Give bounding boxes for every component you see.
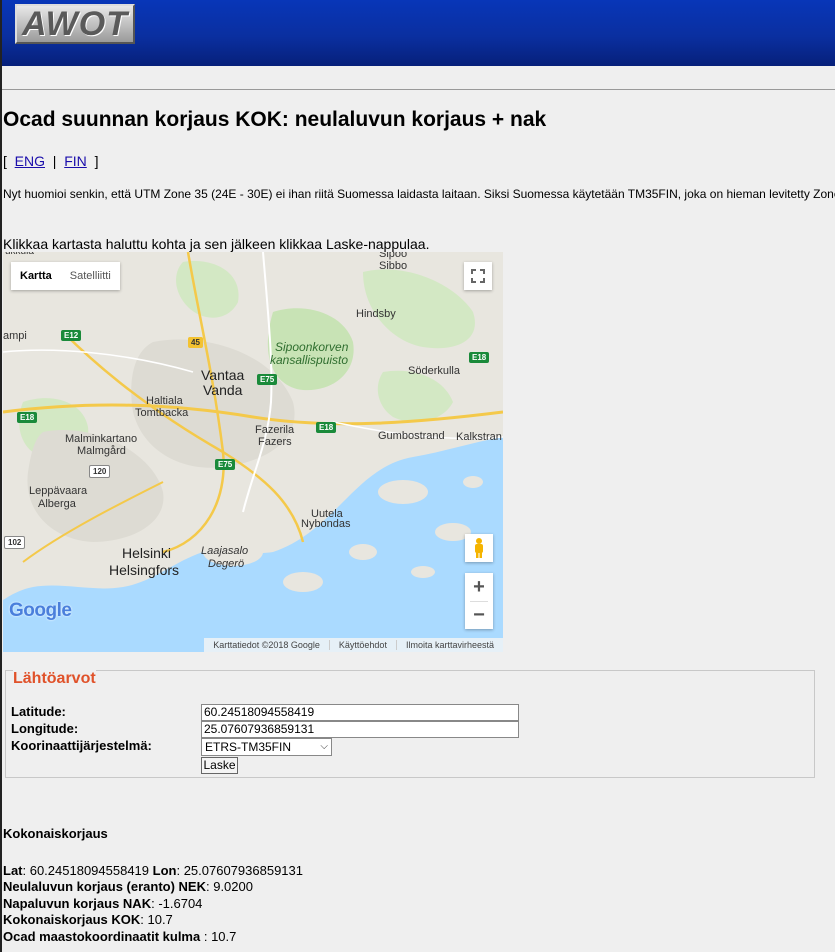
road-120: 120: [89, 465, 111, 478]
map-label-helsingfors: Helsingfors: [109, 562, 180, 578]
result-nak: Napaluvun korjaus NAK: -1.6704: [3, 896, 202, 911]
header-divider: [2, 89, 835, 90]
result-nak-value: : -1.6704: [151, 896, 203, 911]
result-lon-value: : 25.07607936859131: [176, 863, 303, 878]
crs-selected-value: ETRS-TM35FIN: [205, 740, 292, 754]
road-e12: E12: [61, 330, 82, 341]
zoom-in-button[interactable]: +: [465, 573, 493, 601]
longitude-input[interactable]: 25.07607936859131: [201, 721, 519, 738]
map-label-hindsby: Hindsby: [356, 308, 396, 320]
map-type-kartta-button[interactable]: Kartta: [11, 262, 61, 290]
lang-eng-link[interactable]: ENG: [15, 153, 45, 169]
map-label-alberga: Alberga: [38, 498, 76, 510]
results-heading: Kokonaiskorjaus: [3, 826, 108, 841]
map-label-fazers: Fazers: [258, 436, 292, 448]
street-view-pegman[interactable]: [465, 534, 493, 562]
map-label-leppavaara: Leppävaara: [29, 485, 88, 497]
language-switcher: [ ENG | FIN ]: [3, 153, 98, 169]
road-e75-north: E75: [257, 374, 278, 385]
road-e18-east: E18: [469, 352, 490, 363]
road-102: 102: [4, 536, 26, 549]
latitude-input[interactable]: 60.24518094558419: [201, 704, 519, 721]
road-e75-south: E75: [215, 459, 236, 470]
site-header: AWOT: [2, 0, 835, 66]
lang-fin-link[interactable]: FIN: [64, 153, 87, 169]
bracket-open: [: [3, 153, 7, 169]
map-label-nybondas: Nybondas: [301, 518, 351, 530]
road-45: 45: [188, 337, 203, 348]
result-nek-value: : 9.0200: [205, 879, 253, 894]
map-label-gumbostrand: Gumbostrand: [378, 430, 445, 442]
result-nak-label: Napaluvun korjaus NAK: [3, 896, 152, 911]
map-label-malmgard: Malmgård: [77, 445, 126, 457]
road-e18-west: E18: [17, 412, 38, 423]
pegman-icon: [475, 538, 483, 558]
result-lon-label: Lon: [152, 863, 177, 878]
fullscreen-button[interactable]: [464, 262, 492, 290]
crs-label: Koorinaattijärjestelmä:: [11, 738, 152, 753]
utm-note: Nyt huomioi senkin, että UTM Zone 35 (24…: [3, 187, 835, 201]
result-nek-label: Neulaluvun korjaus (eranto) NEK: [3, 879, 206, 894]
map-label-degero: Degerö: [208, 558, 245, 570]
result-lat-label: Lat: [3, 863, 23, 878]
map-label-kalkstrand: Kalkstran: [456, 431, 502, 443]
map-instruction: Klikkaa kartasta haluttu kohta ja sen jä…: [3, 236, 430, 252]
result-lat-value: : 60.24518094558419: [22, 863, 150, 878]
map-label-laajasalo: Laajasalo: [201, 545, 249, 557]
chevron-down-icon: ⌵: [320, 741, 328, 752]
map-type-satellite-button[interactable]: Satelliitti: [61, 262, 120, 290]
map-label-tomtbacka: Tomtbacka: [135, 407, 189, 419]
map-label-haltiala: Haltiala: [146, 395, 183, 407]
left-border: [0, 0, 2, 952]
result-ocad: Ocad maastokoordinaatit kulma : 10.7: [3, 929, 236, 944]
report-error-link[interactable]: Ilmoita karttavirheestä: [395, 640, 503, 650]
fieldset-legend: Lähtöarvot: [13, 670, 96, 688]
map-label-sibbo: Sibbo: [379, 260, 408, 272]
crs-select[interactable]: ETRS-TM35FIN ⌵: [201, 738, 332, 756]
result-kok-label: Kokonaiskorjaus KOK: [3, 912, 141, 927]
fullscreen-icon: [471, 269, 485, 283]
terms-link[interactable]: Käyttöehdot: [328, 640, 396, 650]
page-title: Ocad suunnan korjaus KOK: neulaluvun kor…: [3, 108, 547, 131]
result-kok-value: : 10.7: [140, 912, 173, 927]
map-label-vanda: Vanda: [203, 382, 243, 398]
result-lat-lon: Lat: 60.24518094558419 Lon: 25.076079368…: [3, 863, 303, 878]
google-map[interactable]: Sipoo Sibbo ukkula Hindsby Sipoonkorven …: [3, 252, 503, 652]
latitude-label: Latitude:: [11, 704, 66, 719]
result-ocad-label: Ocad maastokoordinaatit kulma: [3, 929, 201, 944]
longitude-label: Longitude:: [11, 721, 79, 736]
map-type-control: Kartta Satelliitti: [11, 262, 120, 290]
map-label-vantaa: Vantaa: [201, 367, 245, 383]
result-kok: Kokonaiskorjaus KOK: 10.7: [3, 912, 173, 927]
map-label-sipoo: Sipoo: [379, 252, 408, 260]
result-ocad-value: : 10.7: [200, 929, 237, 944]
google-logo[interactable]: Google: [9, 600, 72, 622]
bracket-close: ]: [94, 153, 99, 169]
map-label-nkkula: ukkula: [5, 252, 34, 257]
awot-logo[interactable]: AWOT: [15, 4, 135, 44]
result-nek: Neulaluvun korjaus (eranto) NEK: 9.0200: [3, 879, 253, 894]
map-label-helsinki: Helsinki: [122, 545, 172, 561]
map-attribution: Karttatiedot ©2018 Google Käyttöehdot Il…: [204, 638, 503, 652]
map-data-attribution: Karttatiedot ©2018 Google: [213, 640, 320, 650]
map-label-fazerila: Fazerila: [255, 424, 295, 436]
zoom-control: + −: [465, 573, 493, 629]
road-e18-mid: E18: [316, 422, 337, 433]
zoom-out-button[interactable]: −: [465, 601, 493, 629]
map-label-park-1: Sipoonkorven: [275, 340, 349, 354]
map-label-park-2: kansallispuisto: [270, 353, 349, 367]
lang-separator: |: [52, 153, 57, 169]
map-label-soderkulla: Söderkulla: [408, 365, 460, 377]
laske-button[interactable]: Laske: [201, 757, 238, 774]
map-label-malminkartano: Malminkartano: [65, 433, 138, 445]
map-label-ampi: ampi: [3, 330, 27, 342]
